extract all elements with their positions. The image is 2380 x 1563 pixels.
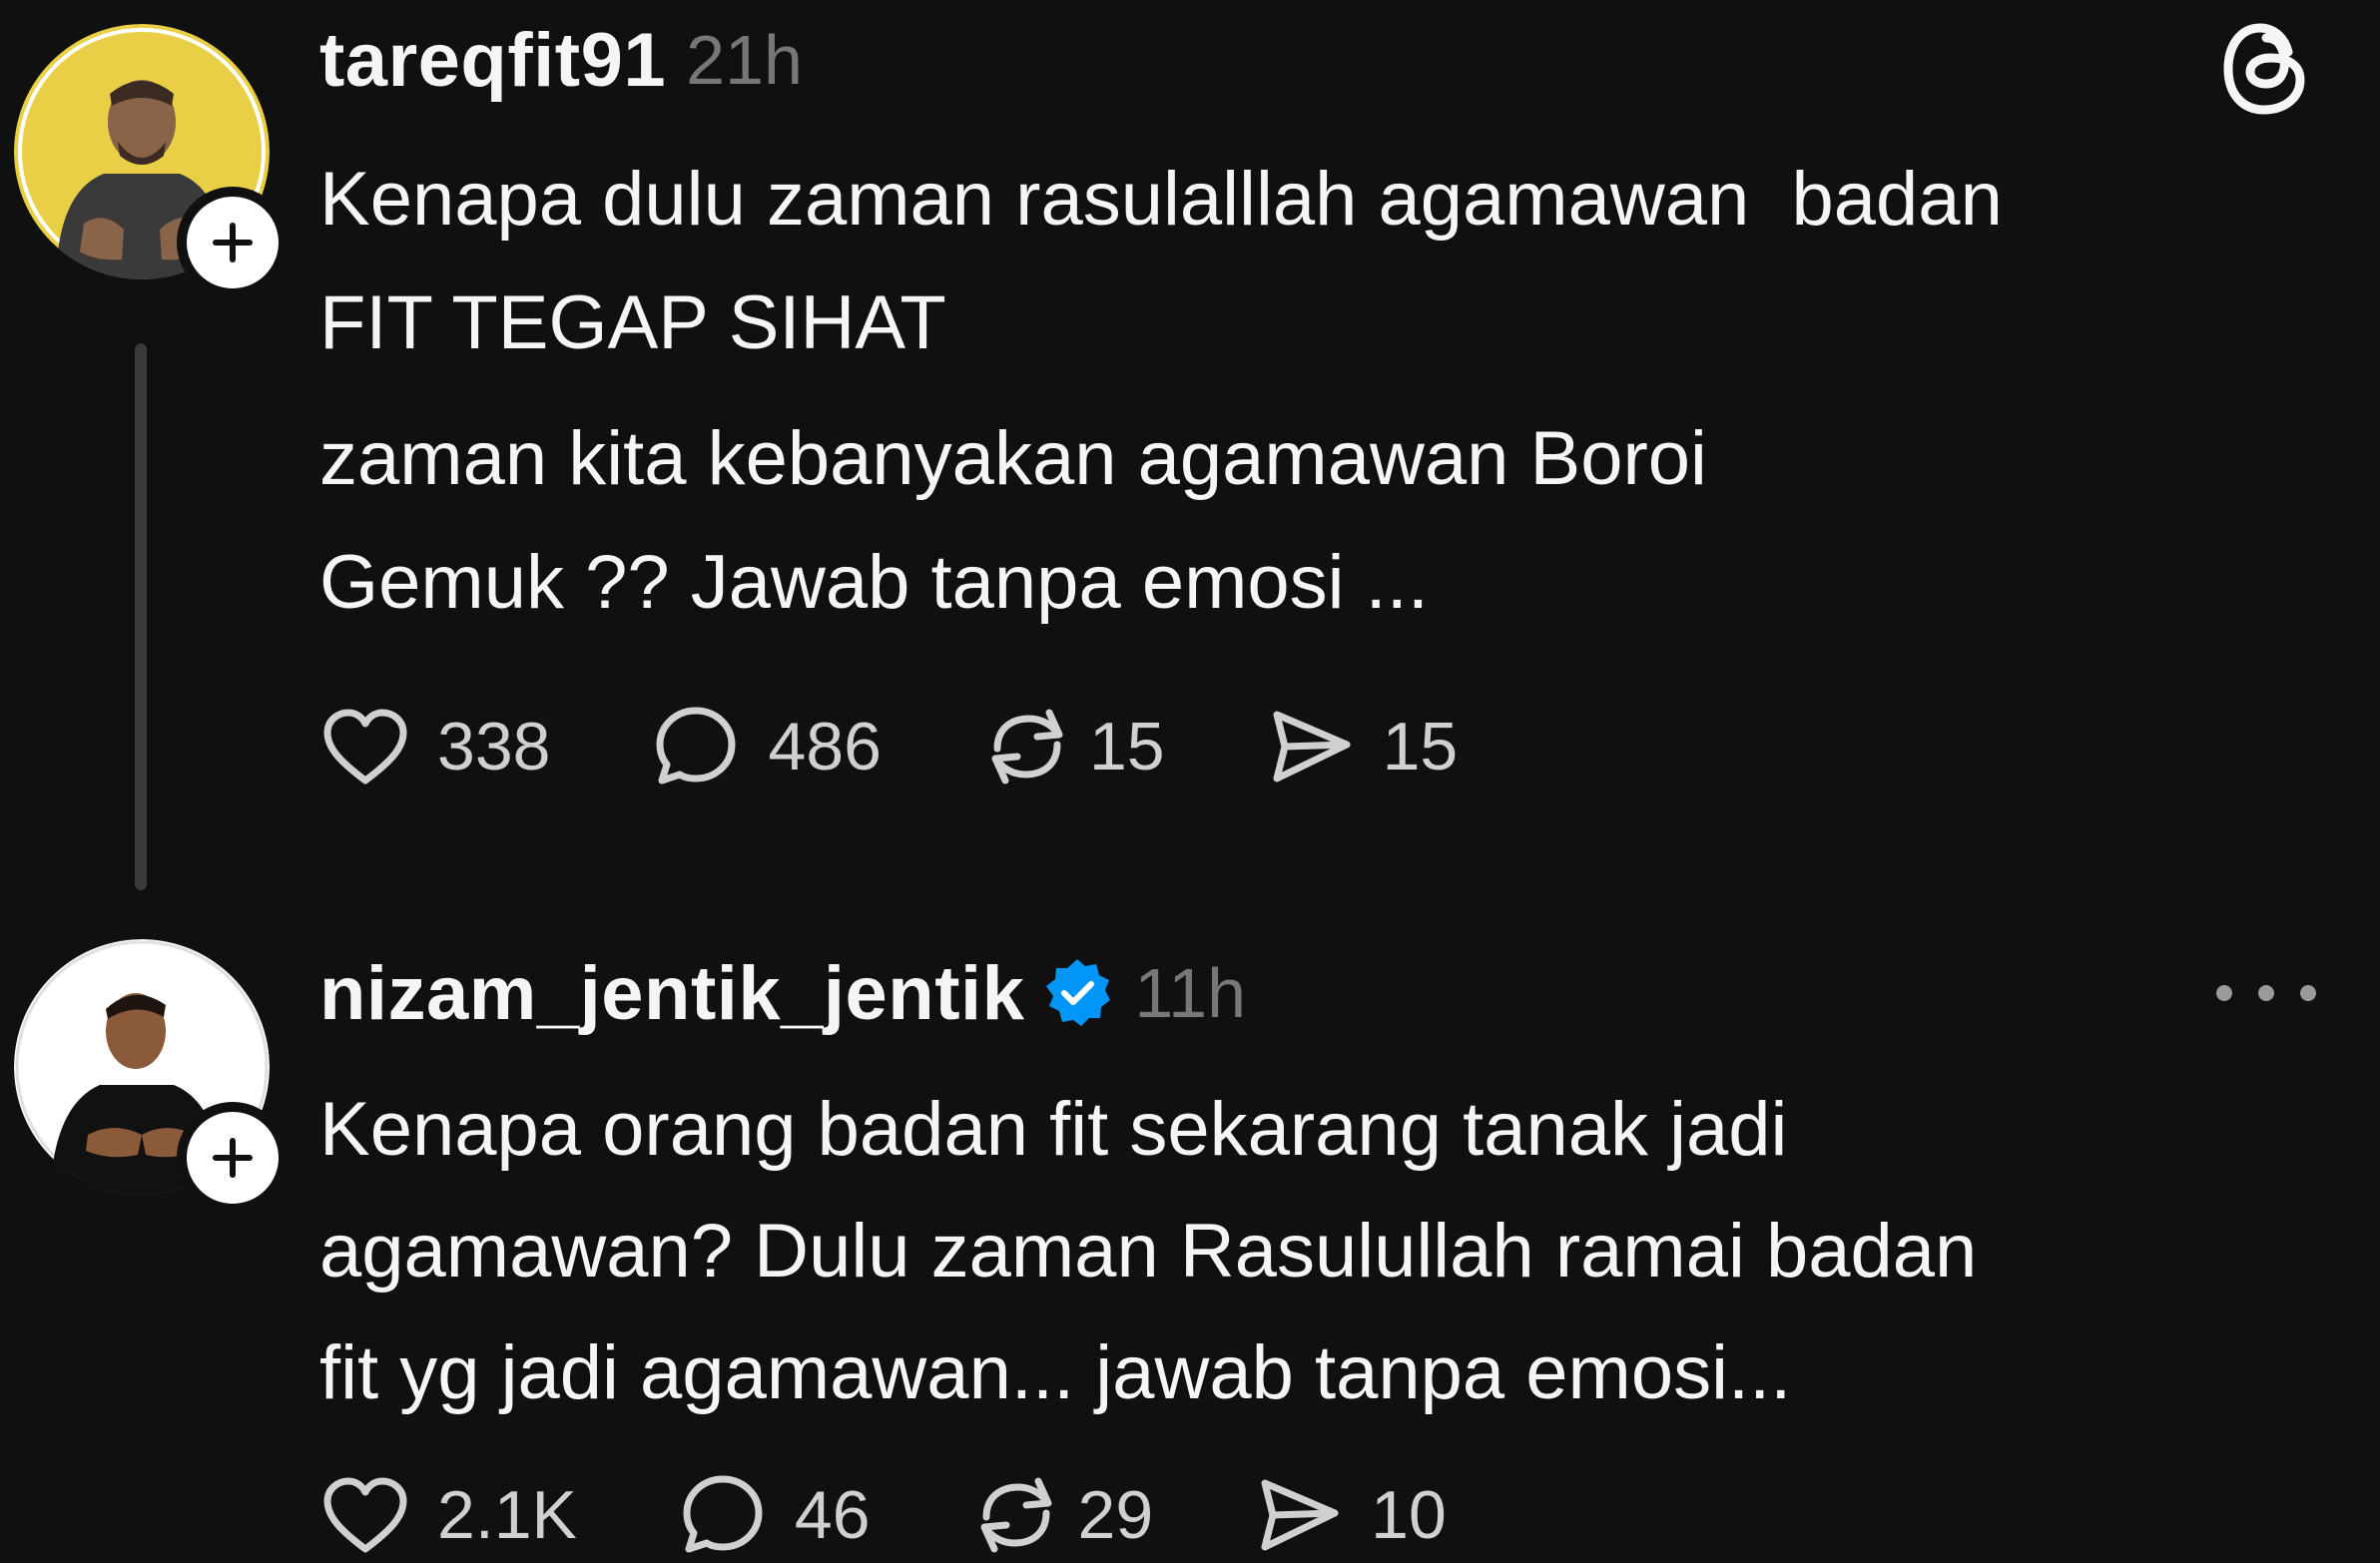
action-bar: 338 486 15 15 xyxy=(317,699,1555,794)
comment-bubble-icon xyxy=(683,1475,763,1553)
threads-logo-icon[interactable] xyxy=(2220,18,2312,120)
repost-button[interactable]: 29 xyxy=(968,1467,1154,1563)
author-avatar-group[interactable] xyxy=(14,24,289,298)
post-text-line: fit yg jadi agamawan... jawab tanpa emos… xyxy=(319,1330,1792,1415)
reply-button[interactable]: 46 xyxy=(675,1467,871,1563)
repost-button[interactable]: 15 xyxy=(979,699,1165,794)
action-bar: 2.1K 46 29 10 xyxy=(317,1467,1544,1563)
share-button[interactable]: 15 xyxy=(1263,699,1459,794)
more-options-icon[interactable] xyxy=(2216,958,2316,1028)
more-dot xyxy=(2258,985,2274,1001)
heart-icon xyxy=(323,709,407,784)
thread-post: nizam_jentik_jentik 11h Kenapa orang bad… xyxy=(0,918,2380,1553)
username[interactable]: nizam_jentik_jentik xyxy=(319,950,1024,1037)
author-avatar-group[interactable] xyxy=(14,939,289,1214)
comment-bubble-icon xyxy=(656,707,736,784)
username[interactable]: tareqfit91 xyxy=(319,17,666,104)
follow-plus-button[interactable] xyxy=(177,187,289,298)
plus-icon xyxy=(213,1138,253,1178)
reply-button[interactable]: 486 xyxy=(648,699,882,794)
repost-count: 29 xyxy=(1077,1477,1154,1553)
thread-connector-line xyxy=(135,343,147,890)
timestamp: 21h xyxy=(686,21,803,99)
post-text-line: zaman kita kebanyakan agamawan Boroi xyxy=(319,416,1707,501)
reply-count: 46 xyxy=(794,1477,871,1553)
share-count: 10 xyxy=(1371,1477,1447,1553)
share-count: 15 xyxy=(1382,709,1459,784)
post-header: tareqfit91 21h xyxy=(319,10,803,110)
post-text-line: Kenapa orang badan fit sekarang tanak ja… xyxy=(319,1087,1788,1172)
post-text: Kenapa dulu zaman rasulalllah agamawan b… xyxy=(319,138,2003,645)
post-text-line: Gemuk ?? Jawab tanpa emosi ... xyxy=(319,540,1430,625)
heart-icon xyxy=(323,1477,407,1553)
more-dot xyxy=(2300,985,2316,1001)
post-text: Kenapa orang badan fit sekarang tanak ja… xyxy=(319,1069,1977,1434)
send-icon xyxy=(1261,1479,1339,1551)
follow-plus-button[interactable] xyxy=(177,1102,289,1214)
timestamp: 11h xyxy=(1134,954,1247,1032)
like-button[interactable]: 2.1K xyxy=(317,1467,577,1563)
post-text-line: FIT TEGAP SIHAT xyxy=(319,280,946,365)
repost-count: 15 xyxy=(1088,709,1165,784)
verified-badge-icon xyxy=(1046,959,1111,1026)
like-count: 2.1K xyxy=(437,1477,577,1553)
like-button[interactable]: 338 xyxy=(317,699,550,794)
post-text-line: Kenapa dulu zaman rasulalllah agamawan b… xyxy=(319,157,2003,242)
repost-icon xyxy=(991,709,1063,784)
thread-post: tareqfit91 21h Kenapa dulu zaman rasulal… xyxy=(0,0,2380,918)
more-dot xyxy=(2216,985,2232,1001)
plus-icon xyxy=(213,223,253,262)
share-button[interactable]: 10 xyxy=(1251,1467,1447,1563)
reply-count: 486 xyxy=(768,709,882,784)
repost-icon xyxy=(980,1477,1052,1553)
post-text-line: agamawan? Dulu zaman Rasulullah ramai ba… xyxy=(319,1209,1978,1294)
post-header: nizam_jentik_jentik 11h xyxy=(319,943,1246,1043)
like-count: 338 xyxy=(437,709,551,784)
send-icon xyxy=(1273,711,1351,782)
